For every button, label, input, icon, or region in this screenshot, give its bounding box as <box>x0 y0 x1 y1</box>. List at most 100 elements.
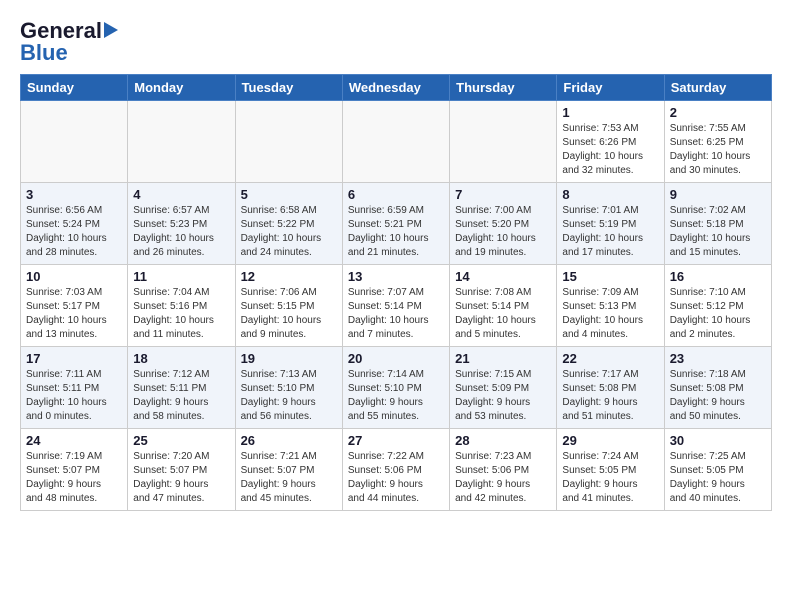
calendar-week-row: 24 Sunrise: 7:19 AM Sunset: 5:07 PM Dayli… <box>21 429 772 511</box>
calendar-day: 14 Sunrise: 7:08 AM Sunset: 5:14 PM Dayli… <box>450 265 557 347</box>
weekday-header-thursday: Thursday <box>450 75 557 101</box>
day-info: Sunrise: 6:56 AM Sunset: 5:24 PM Dayligh… <box>26 204 122 260</box>
weekday-header-friday: Friday <box>557 75 664 101</box>
day-number: 1 <box>562 105 658 120</box>
day-info: Sunrise: 7:18 AM Sunset: 5:08 PM Dayligh… <box>670 368 766 424</box>
calendar-header-row: SundayMondayTuesdayWednesdayThursdayFrid… <box>21 75 772 101</box>
day-info: Sunrise: 7:19 AM Sunset: 5:07 PM Dayligh… <box>26 450 122 506</box>
calendar-day: 16 Sunrise: 7:10 AM Sunset: 5:12 PM Dayli… <box>664 265 771 347</box>
day-info: Sunrise: 7:07 AM Sunset: 5:14 PM Dayligh… <box>348 286 444 342</box>
day-number: 22 <box>562 351 658 366</box>
day-number: 8 <box>562 187 658 202</box>
calendar-day: 23 Sunrise: 7:18 AM Sunset: 5:08 PM Dayli… <box>664 347 771 429</box>
day-info: Sunrise: 7:02 AM Sunset: 5:18 PM Dayligh… <box>670 204 766 260</box>
day-number: 23 <box>670 351 766 366</box>
day-info: Sunrise: 7:12 AM Sunset: 5:11 PM Dayligh… <box>133 368 229 424</box>
day-number: 27 <box>348 433 444 448</box>
calendar-day: 7Sunrise: 7:00 AM Sunset: 5:20 PM Daylig… <box>450 183 557 265</box>
calendar-day: 15 Sunrise: 7:09 AM Sunset: 5:13 PM Dayli… <box>557 265 664 347</box>
calendar-day: 26 Sunrise: 7:21 AM Sunset: 5:07 PM Dayli… <box>235 429 342 511</box>
calendar-day: 6 Sunrise: 6:59 AM Sunset: 5:21 PM Daylig… <box>342 183 449 265</box>
day-number: 25 <box>133 433 229 448</box>
day-number: 24 <box>26 433 122 448</box>
day-number: 17 <box>26 351 122 366</box>
day-info: Sunrise: 7:08 AM Sunset: 5:14 PM Dayligh… <box>455 286 551 342</box>
calendar-day <box>21 101 128 183</box>
day-info: Sunrise: 7:25 AM Sunset: 5:05 PM Dayligh… <box>670 450 766 506</box>
day-info: Sunrise: 7:09 AM Sunset: 5:13 PM Dayligh… <box>562 286 658 342</box>
day-info: Sunrise: 6:59 AM Sunset: 5:21 PM Dayligh… <box>348 204 444 260</box>
day-info: Sunrise: 7:03 AM Sunset: 5:17 PM Dayligh… <box>26 286 122 342</box>
calendar-table: SundayMondayTuesdayWednesdayThursdayFrid… <box>20 74 772 511</box>
calendar-day: 19 Sunrise: 7:13 AM Sunset: 5:10 PM Dayli… <box>235 347 342 429</box>
day-number: 28 <box>455 433 551 448</box>
calendar-day: 5 Sunrise: 6:58 AM Sunset: 5:22 PM Daylig… <box>235 183 342 265</box>
calendar-week-row: 3 Sunrise: 6:56 AM Sunset: 5:24 PM Daylig… <box>21 183 772 265</box>
day-number: 2 <box>670 105 766 120</box>
calendar-day <box>342 101 449 183</box>
calendar-day: 30 Sunrise: 7:25 AM Sunset: 5:05 PM Dayli… <box>664 429 771 511</box>
calendar-day: 22 Sunrise: 7:17 AM Sunset: 5:08 PM Dayli… <box>557 347 664 429</box>
day-info: Sunrise: 7:14 AM Sunset: 5:10 PM Dayligh… <box>348 368 444 424</box>
calendar-day <box>450 101 557 183</box>
weekday-header-sunday: Sunday <box>21 75 128 101</box>
weekday-header-monday: Monday <box>128 75 235 101</box>
day-info: Sunrise: 7:20 AM Sunset: 5:07 PM Dayligh… <box>133 450 229 506</box>
calendar-week-row: 10Sunrise: 7:03 AM Sunset: 5:17 PM Dayli… <box>21 265 772 347</box>
day-info: Sunrise: 7:24 AM Sunset: 5:05 PM Dayligh… <box>562 450 658 506</box>
day-info: Sunrise: 7:21 AM Sunset: 5:07 PM Dayligh… <box>241 450 337 506</box>
logo: General Blue <box>20 18 118 66</box>
weekday-header-tuesday: Tuesday <box>235 75 342 101</box>
day-number: 26 <box>241 433 337 448</box>
calendar-wrapper: SundayMondayTuesdayWednesdayThursdayFrid… <box>0 74 792 521</box>
day-number: 7 <box>455 187 551 202</box>
day-info: Sunrise: 7:04 AM Sunset: 5:16 PM Dayligh… <box>133 286 229 342</box>
calendar-day: 29 Sunrise: 7:24 AM Sunset: 5:05 PM Dayli… <box>557 429 664 511</box>
day-number: 6 <box>348 187 444 202</box>
day-info: Sunrise: 7:53 AM Sunset: 6:26 PM Dayligh… <box>562 122 658 178</box>
calendar-day: 12Sunrise: 7:06 AM Sunset: 5:15 PM Dayli… <box>235 265 342 347</box>
day-number: 21 <box>455 351 551 366</box>
day-info: Sunrise: 7:10 AM Sunset: 5:12 PM Dayligh… <box>670 286 766 342</box>
day-info: Sunrise: 6:58 AM Sunset: 5:22 PM Dayligh… <box>241 204 337 260</box>
calendar-day: 9 Sunrise: 7:02 AM Sunset: 5:18 PM Daylig… <box>664 183 771 265</box>
day-info: Sunrise: 7:15 AM Sunset: 5:09 PM Dayligh… <box>455 368 551 424</box>
calendar-day: 13 Sunrise: 7:07 AM Sunset: 5:14 PM Dayli… <box>342 265 449 347</box>
day-number: 15 <box>562 269 658 284</box>
calendar-day: 28Sunrise: 7:23 AM Sunset: 5:06 PM Dayli… <box>450 429 557 511</box>
day-number: 9 <box>670 187 766 202</box>
calendar-day: 2 Sunrise: 7:55 AM Sunset: 6:25 PM Daylig… <box>664 101 771 183</box>
day-info: Sunrise: 7:06 AM Sunset: 5:15 PM Dayligh… <box>241 286 337 342</box>
calendar-week-row: 1 Sunrise: 7:53 AM Sunset: 6:26 PM Daylig… <box>21 101 772 183</box>
day-info: Sunrise: 7:17 AM Sunset: 5:08 PM Dayligh… <box>562 368 658 424</box>
calendar-day <box>235 101 342 183</box>
day-info: Sunrise: 7:13 AM Sunset: 5:10 PM Dayligh… <box>241 368 337 424</box>
day-number: 30 <box>670 433 766 448</box>
day-info: Sunrise: 7:01 AM Sunset: 5:19 PM Dayligh… <box>562 204 658 260</box>
calendar-day: 3 Sunrise: 6:56 AM Sunset: 5:24 PM Daylig… <box>21 183 128 265</box>
calendar-day: 21 Sunrise: 7:15 AM Sunset: 5:09 PM Dayli… <box>450 347 557 429</box>
day-number: 14 <box>455 269 551 284</box>
day-number: 29 <box>562 433 658 448</box>
day-number: 3 <box>26 187 122 202</box>
calendar-week-row: 17 Sunrise: 7:11 AM Sunset: 5:11 PM Dayli… <box>21 347 772 429</box>
day-info: Sunrise: 7:55 AM Sunset: 6:25 PM Dayligh… <box>670 122 766 178</box>
day-number: 16 <box>670 269 766 284</box>
day-info: Sunrise: 6:57 AM Sunset: 5:23 PM Dayligh… <box>133 204 229 260</box>
logo-arrow-icon <box>104 22 118 38</box>
calendar-day: 20 Sunrise: 7:14 AM Sunset: 5:10 PM Dayli… <box>342 347 449 429</box>
calendar-day: 10Sunrise: 7:03 AM Sunset: 5:17 PM Dayli… <box>21 265 128 347</box>
calendar-day: 24 Sunrise: 7:19 AM Sunset: 5:07 PM Dayli… <box>21 429 128 511</box>
day-number: 20 <box>348 351 444 366</box>
calendar-day <box>128 101 235 183</box>
calendar-day: 27 Sunrise: 7:22 AM Sunset: 5:06 PM Dayli… <box>342 429 449 511</box>
logo-blue: Blue <box>20 40 68 66</box>
day-info: Sunrise: 7:11 AM Sunset: 5:11 PM Dayligh… <box>26 368 122 424</box>
day-number: 18 <box>133 351 229 366</box>
day-info: Sunrise: 7:22 AM Sunset: 5:06 PM Dayligh… <box>348 450 444 506</box>
day-number: 19 <box>241 351 337 366</box>
day-number: 11 <box>133 269 229 284</box>
day-number: 5 <box>241 187 337 202</box>
weekday-header-wednesday: Wednesday <box>342 75 449 101</box>
day-number: 13 <box>348 269 444 284</box>
